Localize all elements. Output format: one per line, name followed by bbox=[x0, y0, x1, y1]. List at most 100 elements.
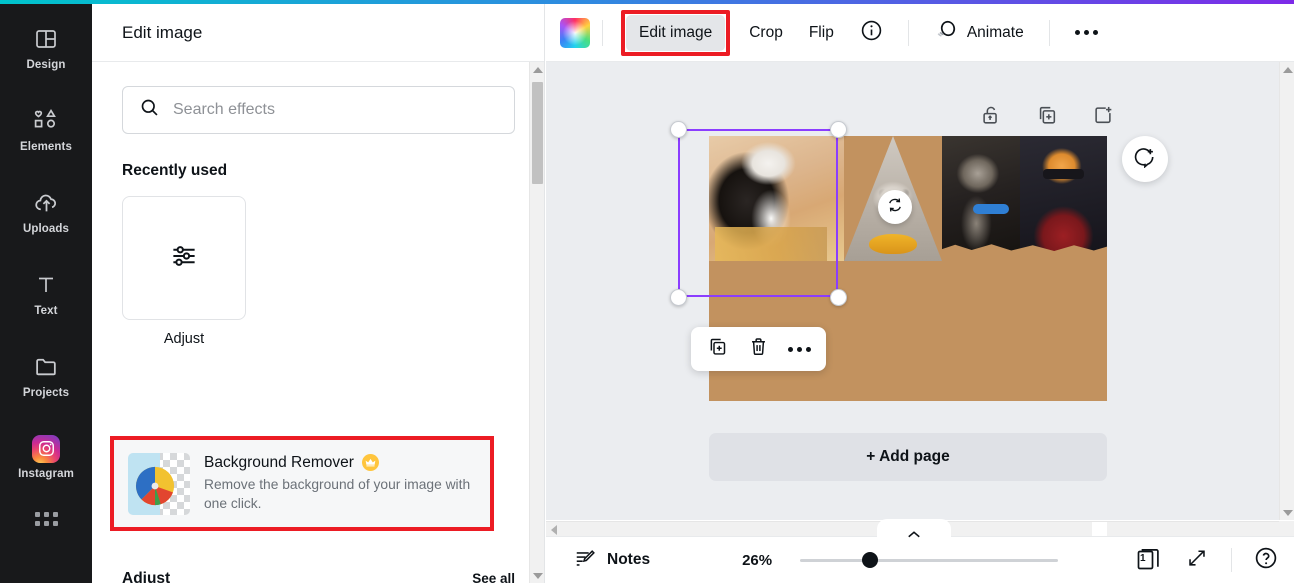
background-remover-title: Background Remover bbox=[204, 453, 354, 471]
canvas-scroll-down-button[interactable] bbox=[1280, 505, 1294, 520]
toolbar-divider bbox=[907, 19, 909, 46]
sliders-icon bbox=[169, 241, 199, 276]
panel-scroll-down-button[interactable] bbox=[530, 568, 544, 583]
background-remover-text: Background Remover Remove the background… bbox=[204, 454, 476, 513]
add-page-button[interactable] bbox=[1090, 104, 1116, 130]
search-input[interactable] bbox=[173, 101, 493, 119]
edit-image-panel: Edit image Recently used bbox=[92, 4, 545, 583]
toolbar-divider bbox=[602, 19, 603, 46]
sidebar-item-uploads[interactable]: Uploads bbox=[0, 170, 92, 252]
app-sidebar: Design Elements Uploads Text Projects In… bbox=[0, 0, 92, 583]
rotate-handle[interactable] bbox=[878, 190, 912, 224]
editor-main: Edit image Crop Flip Animate + Add page … bbox=[546, 4, 1294, 583]
instagram-icon bbox=[32, 434, 60, 463]
resize-handle-top-left[interactable] bbox=[670, 121, 687, 138]
canvas-workspace[interactable]: + Add page bbox=[546, 62, 1294, 520]
sidebar-item-design[interactable]: Design bbox=[0, 6, 92, 88]
sidebar-item-label: Text bbox=[34, 304, 58, 317]
brand-gradient-bar bbox=[0, 0, 1294, 4]
sidebar-item-label: Instagram bbox=[18, 467, 74, 480]
notes-button[interactable]: Notes bbox=[574, 547, 650, 574]
toolbar-tab-edit-image[interactable]: Edit image bbox=[626, 14, 726, 51]
effect-tile-label: Adjust bbox=[163, 331, 205, 347]
zoom-slider-thumb[interactable] bbox=[862, 552, 879, 568]
panel-content: Recently used Adjust bbox=[92, 62, 544, 347]
help-button[interactable] bbox=[1252, 546, 1280, 574]
search-effects-box[interactable] bbox=[122, 86, 515, 134]
photo-cat-4 bbox=[1020, 136, 1107, 261]
sidebar-item-label: Elements bbox=[20, 140, 72, 153]
element-more-button[interactable] bbox=[784, 333, 816, 365]
canvas-scroll-up-button[interactable] bbox=[1280, 62, 1294, 77]
shapes-icon bbox=[31, 106, 61, 136]
collapse-panel-toggle[interactable] bbox=[877, 519, 951, 539]
sidebar-item-label: Projects bbox=[22, 386, 70, 399]
zoom-percent-label: 26% bbox=[742, 551, 773, 569]
duplicate-icon bbox=[707, 336, 728, 362]
search-icon bbox=[139, 97, 160, 123]
rotate-icon bbox=[886, 196, 904, 219]
image-color-icon[interactable] bbox=[560, 17, 590, 48]
bottom-divider bbox=[1231, 548, 1232, 572]
fullscreen-button[interactable] bbox=[1183, 546, 1211, 574]
resize-handle-bottom-right[interactable] bbox=[830, 289, 847, 306]
panel-scroll-up-button[interactable] bbox=[530, 62, 544, 77]
background-remover-highlight: Background Remover Remove the background… bbox=[110, 436, 494, 531]
recently-used-list: Adjust bbox=[122, 196, 246, 347]
toolbar-tab-crop[interactable]: Crop bbox=[736, 15, 796, 51]
panel-scroll-thumb[interactable] bbox=[532, 82, 543, 184]
pages-count: 1 bbox=[1140, 553, 1146, 564]
info-icon bbox=[860, 19, 883, 47]
canva-editor-window: Design Elements Uploads Text Projects In… bbox=[0, 0, 1294, 583]
toolbar-animate-button[interactable]: Animate bbox=[921, 15, 1037, 51]
canvas-scroll-left-button[interactable] bbox=[546, 522, 561, 537]
zoom-slider-track bbox=[800, 558, 1059, 562]
resize-handle-top-right[interactable] bbox=[830, 121, 847, 138]
resize-handle-bottom-left[interactable] bbox=[670, 289, 687, 306]
editor-bottom-bar: Notes 26% 1 bbox=[546, 536, 1294, 583]
notes-icon bbox=[574, 547, 596, 574]
image-toolbar: Edit image Crop Flip Animate bbox=[546, 4, 1294, 62]
beach-ball-icon bbox=[135, 466, 175, 505]
zoom-controls: 26% bbox=[742, 551, 1059, 569]
page-manager-button[interactable]: 1 bbox=[1135, 546, 1163, 574]
toolbar-info-button[interactable] bbox=[847, 15, 896, 51]
adjust-section-header: Adjust See all bbox=[122, 570, 515, 583]
delete-element-button[interactable] bbox=[743, 333, 775, 365]
toolbar-divider bbox=[1048, 19, 1050, 46]
sidebar-item-instagram[interactable]: Instagram bbox=[0, 416, 92, 498]
notes-label: Notes bbox=[607, 551, 651, 568]
sidebar-item-text[interactable]: Text bbox=[0, 252, 92, 334]
sidebar-item-elements[interactable]: Elements bbox=[0, 88, 92, 170]
edit-image-highlight: Edit image bbox=[621, 9, 731, 56]
add-comment-button[interactable] bbox=[1122, 136, 1168, 182]
duplicate-button[interactable] bbox=[1034, 104, 1060, 130]
canvas-vertical-scrollbar[interactable] bbox=[1279, 62, 1294, 520]
panel-header: Edit image bbox=[92, 4, 544, 62]
panel-title: Edit image bbox=[122, 22, 203, 42]
toolbar-tab-flip[interactable]: Flip bbox=[796, 15, 847, 51]
more-horizontal-icon bbox=[1074, 30, 1098, 35]
chevron-up-icon bbox=[908, 531, 920, 538]
toolbar-more-button[interactable] bbox=[1062, 15, 1111, 51]
sidebar-more-apps-button[interactable] bbox=[34, 512, 58, 526]
sidebar-item-label: Uploads bbox=[22, 222, 70, 235]
animate-icon bbox=[934, 18, 958, 47]
adjust-heading: Adjust bbox=[122, 570, 171, 583]
add-page-cta[interactable]: + Add page bbox=[709, 433, 1107, 481]
lock-button[interactable] bbox=[978, 104, 1004, 130]
effect-tile-adjust[interactable] bbox=[122, 196, 246, 320]
canvas-scroll-right-button[interactable] bbox=[1092, 522, 1107, 537]
zoom-slider[interactable] bbox=[800, 552, 1059, 568]
sidebar-item-projects[interactable]: Projects bbox=[0, 334, 92, 416]
add-page-label: + Add page bbox=[866, 448, 950, 465]
more-horizontal-icon bbox=[788, 346, 811, 352]
background-remover-card[interactable]: Background Remover Remove the background… bbox=[114, 440, 490, 527]
add-page-after-icon bbox=[1092, 104, 1114, 131]
panel-scrollbar[interactable] bbox=[529, 62, 544, 583]
adjust-see-all-link[interactable]: See all bbox=[472, 571, 515, 583]
photo-cat-1 bbox=[709, 136, 844, 261]
duplicate-element-button[interactable] bbox=[702, 333, 734, 365]
expand-icon bbox=[1186, 547, 1208, 574]
scrollbar-corner bbox=[1279, 521, 1294, 536]
